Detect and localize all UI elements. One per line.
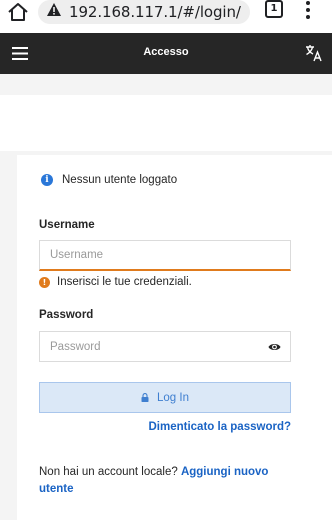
more-vert-icon[interactable] (301, 0, 315, 20)
error-icon: ! (39, 276, 50, 288)
username-input[interactable] (39, 240, 291, 271)
password-input[interactable] (39, 331, 291, 362)
url-text: 192.168.117.1/#/login/ (69, 3, 241, 21)
translate-icon[interactable] (305, 44, 323, 62)
signup-text: Non hai un account locale? Aggiungi nuov… (39, 464, 279, 498)
lock-icon (141, 393, 149, 402)
tab-switcher-button[interactable]: 1 (265, 0, 283, 18)
forgot-password-link[interactable]: Dimenticato la password? (148, 421, 291, 433)
eye-icon[interactable] (268, 342, 281, 352)
error-message: ! Inserisci le tue credenziali. (39, 276, 192, 288)
info-text: Nessun utente loggato (62, 174, 178, 186)
content-band (0, 95, 332, 151)
login-button[interactable]: Log In (39, 382, 291, 413)
login-button-label: Log In (157, 391, 189, 404)
password-label: Password (39, 309, 94, 321)
login-card: i Nessun utente loggato Username ! Inser… (17, 155, 332, 520)
app-header: Accesso (0, 33, 332, 74)
home-icon[interactable] (6, 2, 30, 22)
error-text: Inserisci le tue credenziali. (57, 276, 192, 288)
username-label: Username (39, 219, 95, 231)
browser-toolbar: 192.168.117.1/#/login/ 1 (0, 0, 332, 33)
address-bar[interactable]: 192.168.117.1/#/login/ (38, 0, 250, 24)
info-message: i Nessun utente loggato (41, 174, 177, 186)
page-title: Accesso (143, 46, 189, 58)
warning-icon[interactable] (46, 2, 62, 17)
info-icon: i (41, 174, 53, 186)
no-account-text: Non hai un account locale? (39, 466, 178, 478)
